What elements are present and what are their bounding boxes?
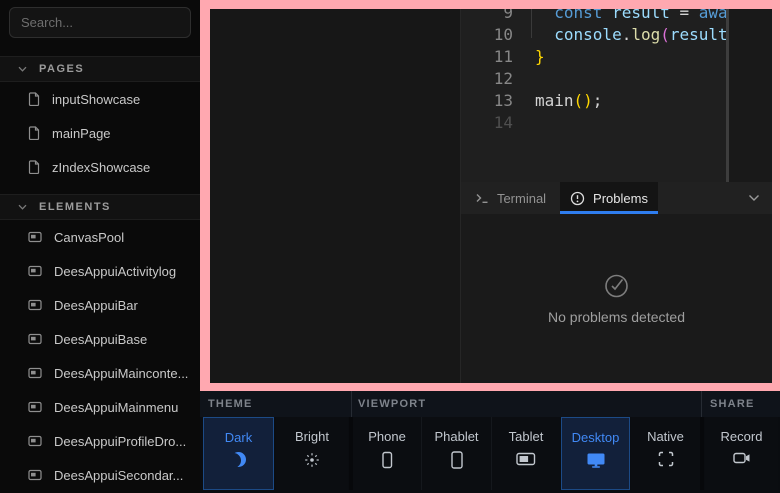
- sidebar-item-label: mainPage: [52, 126, 111, 141]
- terminal-icon: [475, 192, 489, 204]
- line-number: 13: [461, 90, 513, 112]
- section-label: PAGES: [39, 63, 84, 75]
- tab-label: Terminal: [497, 191, 546, 206]
- group-gap: [700, 417, 704, 490]
- chevron-down-icon: [18, 66, 27, 72]
- viewport-tablet-button[interactable]: Tablet: [492, 417, 560, 490]
- sidebar-item-label: DeesAppuiActivitylog: [54, 264, 176, 279]
- code-editor[interactable]: 9 const result = await ru 10 console.log…: [461, 9, 730, 182]
- sidebar-item-label: zIndexShowcase: [52, 160, 150, 175]
- line-number: 11: [461, 46, 513, 68]
- code-line: 10 console.log(result: [461, 24, 730, 46]
- group-label-share: SHARE: [710, 391, 755, 417]
- viewport-desktop-button[interactable]: Desktop: [561, 417, 630, 490]
- check-circle-icon: [603, 272, 630, 299]
- sidebar-section-pages[interactable]: PAGES: [0, 56, 200, 82]
- sidebar-item-deesappuimainmenu[interactable]: DeesAppuiMainmenu: [0, 390, 200, 424]
- sidebar-item-label: DeesAppuiProfileDro...: [54, 434, 186, 449]
- search-input[interactable]: [9, 7, 191, 38]
- theme-dark-button[interactable]: Dark: [203, 417, 274, 490]
- share-record-button[interactable]: Record: [705, 417, 778, 490]
- record-icon: [733, 451, 751, 465]
- tab-problems[interactable]: Problems: [560, 182, 658, 214]
- problems-empty-message: No problems detected: [548, 309, 685, 325]
- editor-right-gutter: [729, 9, 772, 182]
- sidebar-item-label: DeesAppuiBar: [54, 298, 138, 313]
- line-number: 9: [461, 9, 513, 24]
- group-label-viewport: VIEWPORT: [358, 391, 426, 417]
- sidebar-item-label: DeesAppuiBase: [54, 332, 147, 347]
- component-icon: [28, 435, 42, 447]
- tab-terminal[interactable]: Terminal: [461, 182, 560, 214]
- file-icon: [28, 92, 40, 106]
- sidebar-item-mainpage[interactable]: mainPage: [0, 116, 200, 150]
- viewport-phone-button[interactable]: Phone: [353, 417, 421, 490]
- chevron-down-icon: [18, 204, 27, 210]
- sidebar-item-label: inputShowcase: [52, 92, 140, 107]
- component-icon: [28, 265, 42, 277]
- alert-circle-icon: [570, 191, 585, 206]
- panel-collapse-chevron[interactable]: [748, 182, 760, 214]
- search-container: [0, 0, 200, 38]
- sidebar-item-deesappuimainconte[interactable]: DeesAppuiMainconte...: [0, 356, 200, 390]
- component-icon: [28, 231, 42, 243]
- tablet-icon: [516, 451, 536, 467]
- sidebar-section-elements[interactable]: ELEMENTS: [0, 194, 200, 220]
- section-label: ELEMENTS: [39, 201, 111, 213]
- component-icon: [28, 367, 42, 379]
- component-icon: [28, 299, 42, 311]
- chevron-down-icon: [748, 194, 760, 202]
- code-line: 11 }: [461, 46, 730, 68]
- toolbar-tiles-row: Dark Bright Phone Phablet: [200, 417, 780, 490]
- group-label-theme: THEME: [208, 391, 253, 417]
- code-line: 14: [461, 112, 730, 134]
- desktop-icon: [586, 452, 606, 468]
- file-icon: [28, 160, 40, 174]
- sidebar-item-deesappuiactivitylog[interactable]: DeesAppuiActivitylog: [0, 254, 200, 288]
- sidebar-item-canvaspool[interactable]: CanvasPool: [0, 220, 200, 254]
- code-lines: 9 const result = await ru 10 console.log…: [461, 9, 730, 134]
- component-icon: [28, 333, 42, 345]
- sidebar-item-inputshowcase[interactable]: inputShowcase: [0, 82, 200, 116]
- line-number: 12: [461, 68, 513, 90]
- sidebar-item-label: DeesAppuiMainmenu: [54, 400, 178, 415]
- tab-label: Problems: [593, 191, 648, 206]
- toolbar-header-row: THEME VIEWPORT SHARE: [200, 391, 780, 417]
- group-divider: [701, 391, 702, 417]
- bottom-toolbar: THEME VIEWPORT SHARE Dark Bright Phone: [200, 391, 780, 493]
- viewport-phablet-button[interactable]: Phablet: [422, 417, 491, 490]
- canvas-highlight-frame: 9 const result = await ru 10 console.log…: [200, 0, 780, 391]
- theme-bright-button[interactable]: Bright: [276, 417, 348, 490]
- sidebar-item-deesappuiprofiledro[interactable]: DeesAppuiProfileDro...: [0, 424, 200, 458]
- component-icon: [28, 401, 42, 413]
- native-fullscreen-icon: [658, 451, 674, 467]
- line-number: 10: [461, 24, 513, 46]
- sidebar-item-deesappuibase[interactable]: DeesAppuiBase: [0, 322, 200, 356]
- sidebar-item-label: CanvasPool: [54, 230, 124, 245]
- sidebar-item-deesappuibar[interactable]: DeesAppuiBar: [0, 288, 200, 322]
- sidebar-item-label: DeesAppuiMainconte...: [54, 366, 188, 381]
- problems-panel: No problems detected: [461, 214, 772, 383]
- component-icon: [28, 469, 42, 481]
- moon-icon: [231, 452, 246, 467]
- design-canvas[interactable]: 9 const result = await ru 10 console.log…: [210, 9, 772, 383]
- phablet-icon: [448, 451, 466, 469]
- code-line: 13 main();: [461, 90, 730, 112]
- sidebar-item-label: DeesAppuiSecondar...: [54, 468, 183, 483]
- file-icon: [28, 126, 40, 140]
- group-divider: [351, 391, 352, 417]
- sun-icon: [303, 451, 321, 469]
- sidebar: PAGES inputShowcase mainPage zIndexShowc…: [0, 0, 200, 493]
- panel-tabbar: Terminal Problems: [461, 182, 772, 214]
- sidebar-item-zindexshowcase[interactable]: zIndexShowcase: [0, 150, 200, 184]
- sidebar-item-deesappuisecondar[interactable]: DeesAppuiSecondar...: [0, 458, 200, 492]
- app-root: PAGES inputShowcase mainPage zIndexShowc…: [0, 0, 780, 493]
- viewport-native-button[interactable]: Native: [631, 417, 700, 490]
- line-number: 14: [461, 112, 513, 134]
- code-line: 12: [461, 68, 730, 90]
- code-line: 9 const result = await ru: [461, 9, 730, 24]
- phone-icon: [378, 451, 396, 469]
